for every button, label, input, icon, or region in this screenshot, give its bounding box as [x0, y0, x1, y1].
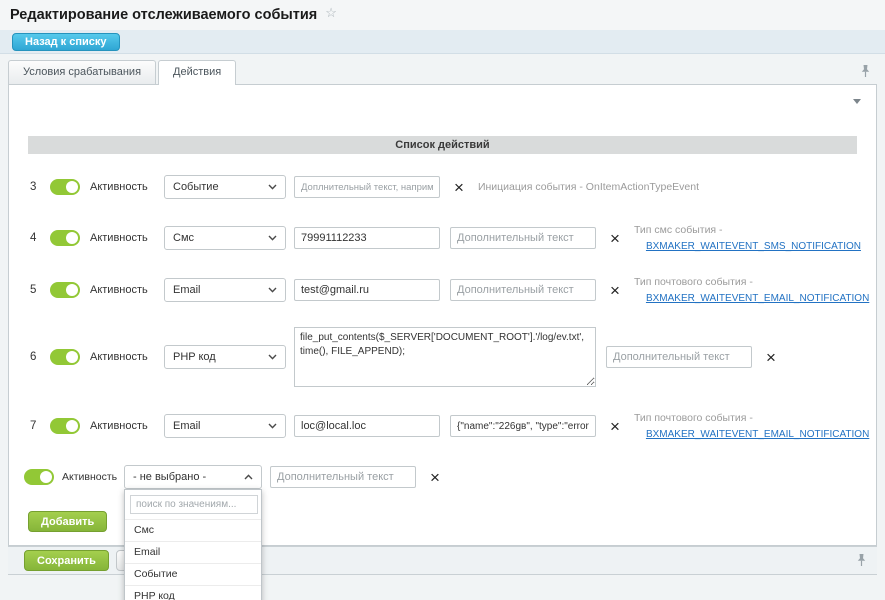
activity-label: Активность — [90, 284, 152, 296]
value-input[interactable] — [294, 415, 440, 437]
toggle-knob — [66, 232, 78, 244]
action-row-4: 4 Активность Смс × Тип смс события - BXM… — [30, 226, 861, 250]
select-value: Смс — [173, 232, 194, 244]
actions-list-header: Список действий — [28, 136, 857, 154]
activity-label: Активность — [90, 420, 152, 432]
row-number: 7 — [30, 420, 50, 432]
delete-icon[interactable]: × — [610, 230, 620, 247]
toggle-knob — [66, 420, 78, 432]
delete-icon[interactable]: × — [610, 418, 620, 435]
delete-icon[interactable]: × — [454, 179, 464, 196]
action-type-select[interactable]: Email — [164, 278, 286, 302]
action-type-select[interactable]: Смс — [164, 226, 286, 250]
extra-text-input[interactable] — [270, 466, 416, 488]
action-row-5: 5 Активность Email × Тип почтового событ… — [30, 278, 869, 302]
select-value: Email — [173, 284, 201, 296]
chevron-down-icon — [268, 235, 277, 241]
activity-toggle[interactable] — [24, 469, 54, 485]
action-type-select[interactable]: PHP код — [164, 345, 286, 369]
row-note: Тип смс события - BXMAKER_WAITEVENT_SMS_… — [634, 222, 861, 255]
chevron-down-icon — [268, 423, 277, 429]
row-note: Инициация события - OnItemActionTypeEven… — [478, 179, 699, 195]
php-code-textarea[interactable] — [294, 327, 596, 387]
delete-icon[interactable]: × — [610, 282, 620, 299]
pin-icon-bottom[interactable] — [856, 553, 867, 567]
dropdown-option-event[interactable]: Событие — [125, 563, 261, 585]
value-input[interactable] — [294, 279, 440, 301]
toggle-knob — [40, 471, 52, 483]
activity-toggle[interactable] — [50, 179, 80, 195]
activity-label: Активность — [62, 471, 120, 483]
activity-toggle[interactable] — [50, 282, 80, 298]
toggle-knob — [66, 351, 78, 363]
note-link[interactable]: BXMAKER_WAITEVENT_EMAIL_NOTIFICATION — [646, 291, 869, 307]
chevron-down-icon — [268, 354, 277, 360]
note-text: Инициация события - OnItemActionTypeEven… — [478, 181, 699, 193]
favorite-star-icon[interactable]: ☆ — [325, 5, 337, 21]
select-value: PHP код — [173, 351, 216, 363]
select-value: Email — [173, 420, 201, 432]
select-value: - не выбрано - — [133, 471, 206, 483]
row-number: 4 — [30, 232, 50, 244]
type-dropdown-panel: Смс Email Событие PHP код — [124, 489, 262, 600]
page-header: Редактирование отслеживаемого события ☆ — [0, 0, 885, 30]
chevron-up-icon — [244, 474, 253, 480]
action-type-select[interactable]: Email — [164, 414, 286, 438]
activity-label: Активность — [90, 351, 152, 363]
activity-toggle[interactable] — [50, 349, 80, 365]
page-title: Редактирование отслеживаемого события — [10, 7, 317, 23]
dropdown-search-input[interactable] — [130, 495, 258, 514]
toggle-knob — [66, 284, 78, 296]
row-note: Тип почтового события - BXMAKER_WAITEVEN… — [634, 274, 869, 307]
action-row-3: 3 Активность Событие × Инициация события… — [30, 175, 699, 199]
tabs: Условия срабатывания Действия — [8, 60, 236, 85]
note-text: Тип почтового события - — [634, 410, 869, 426]
activity-toggle[interactable] — [50, 230, 80, 246]
tab-conditions[interactable]: Условия срабатывания — [8, 60, 156, 84]
new-action-row: Активность - не выбрано - × — [24, 465, 440, 489]
note-link[interactable]: BXMAKER_WAITEVENT_SMS_NOTIFICATION — [646, 239, 861, 255]
save-button[interactable]: Сохранить — [24, 550, 109, 571]
pin-icon-top[interactable] — [860, 64, 871, 78]
extra-text-input[interactable] — [450, 279, 596, 301]
tab-actions[interactable]: Действия — [158, 60, 236, 85]
page: Редактирование отслеживаемого события ☆ Н… — [0, 0, 885, 600]
toggle-knob — [66, 181, 78, 193]
row-number: 6 — [30, 351, 50, 363]
activity-label: Активность — [90, 181, 152, 193]
row-number: 5 — [30, 284, 50, 296]
toolbar: Назад к списку — [0, 30, 885, 54]
delete-icon[interactable]: × — [430, 469, 440, 486]
dropdown-option-php[interactable]: PHP код — [125, 585, 261, 600]
activity-toggle[interactable] — [50, 418, 80, 434]
row-number: 3 — [30, 181, 50, 193]
chevron-down-icon — [268, 287, 277, 293]
dropdown-option-sms[interactable]: Смс — [125, 519, 261, 541]
action-row-6: 6 Активность PHP код × — [30, 326, 776, 388]
extra-text-input[interactable] — [294, 176, 440, 198]
delete-icon[interactable]: × — [766, 349, 776, 366]
dropdown-option-email[interactable]: Email — [125, 541, 261, 563]
value-input[interactable] — [294, 227, 440, 249]
extra-text-input[interactable] — [450, 227, 596, 249]
row-note: Тип почтового события - BXMAKER_WAITEVEN… — [634, 410, 869, 443]
activity-label: Активность — [90, 232, 152, 244]
note-text: Тип почтового события - — [634, 274, 869, 290]
note-text: Тип смс события - — [634, 222, 861, 238]
note-link[interactable]: BXMAKER_WAITEVENT_EMAIL_NOTIFICATION — [646, 427, 869, 443]
action-row-7: 7 Активность Email × Тип почтового событ… — [30, 414, 869, 438]
back-to-list-button[interactable]: Назад к списку — [12, 33, 120, 51]
action-type-select-open[interactable]: - не выбрано - — [124, 465, 262, 489]
collapse-chevron-icon[interactable] — [853, 99, 861, 104]
extra-text-input[interactable] — [606, 346, 752, 368]
action-type-select[interactable]: Событие — [164, 175, 286, 199]
chevron-down-icon — [268, 184, 277, 190]
select-value: Событие — [173, 181, 219, 193]
extra-text-input[interactable] — [450, 415, 596, 437]
add-button[interactable]: Добавить — [28, 511, 107, 532]
